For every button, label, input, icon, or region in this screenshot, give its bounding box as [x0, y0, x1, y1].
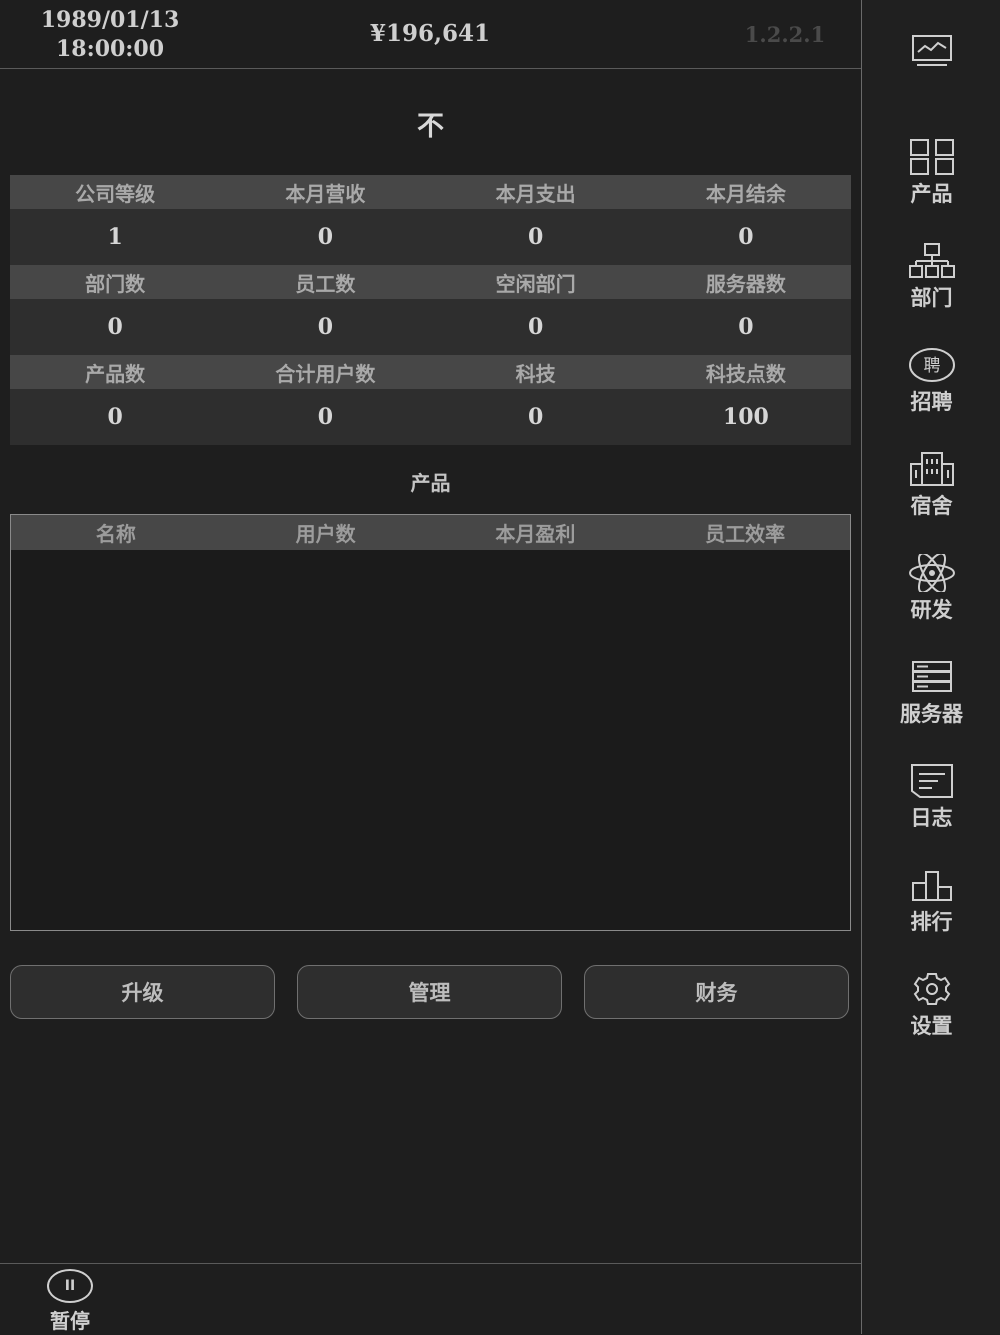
monitor-chart-icon	[911, 35, 952, 66]
sidebar-item-recruit[interactable]: 聘 招聘	[862, 346, 1000, 416]
column-header-profit[interactable]: 本月盈利	[431, 515, 641, 550]
sidebar-item-dorm[interactable]: 宿舍	[862, 450, 1000, 520]
pause-icon: II	[47, 1269, 93, 1303]
column-header-users[interactable]: 用户数	[221, 515, 431, 550]
stat-label: 科技	[515, 361, 556, 386]
game-datetime: 1989/01/13 18:00:00	[30, 6, 190, 64]
sidebar-item-settings[interactable]: 设置	[862, 970, 1000, 1040]
stat-value: 1	[107, 224, 123, 250]
org-chart-icon	[908, 243, 955, 278]
products-table[interactable]: 名称 用户数 本月盈利 员工效率	[10, 514, 851, 931]
server-icon	[911, 661, 952, 692]
stat-label: 服务器数	[705, 271, 786, 296]
stat-label: 部门数	[85, 271, 146, 296]
sidebar-item-research[interactable]: 研发	[862, 554, 1000, 624]
sidebar-item-label: 排行	[910, 909, 953, 934]
sidebar-item-label: 日志	[910, 805, 953, 830]
stat-value: 0	[107, 404, 123, 430]
gear-icon	[913, 973, 950, 1005]
stat-value: 0	[527, 224, 544, 250]
sidebar-item-label: 宿舍	[910, 493, 953, 518]
sidebar-item-label: 部门	[910, 285, 953, 310]
sidebar-item-overview[interactable]	[862, 34, 1000, 68]
stat-label: 产品数	[85, 361, 146, 386]
sidebar-item-label: 研发	[910, 597, 953, 622]
upgrade-button[interactable]: 升级	[10, 965, 275, 1019]
stat-value: 0	[317, 404, 334, 430]
log-icon	[910, 764, 953, 798]
stat-label: 本月营收	[285, 181, 366, 206]
pause-button[interactable]: II 暂停	[40, 1269, 100, 1334]
sidebar-item-label: 招聘	[910, 389, 953, 414]
products-section-title: 产品	[410, 471, 451, 495]
stats-header-row: 公司等级 本月营收 本月支出 本月结余	[10, 175, 851, 209]
products-table-header: 名称 用户数 本月盈利 员工效率	[11, 515, 850, 550]
stat-label: 公司等级	[75, 181, 156, 206]
sidebar-item-products[interactable]: 产品	[862, 138, 1000, 208]
version-label: 1.2.2.1	[744, 22, 826, 47]
pause-label: 暂停	[50, 1309, 90, 1333]
stat-label: 员工数	[295, 271, 356, 296]
sidebar-item-log[interactable]: 日志	[862, 762, 1000, 832]
stat-value: 0	[738, 224, 754, 250]
stat-value: 0	[107, 314, 123, 340]
podium-icon	[911, 871, 952, 901]
finance-button[interactable]: 财务	[584, 965, 849, 1019]
stat-label: 科技点数	[705, 361, 786, 386]
game-time: 18:00:00	[55, 36, 165, 62]
stat-value: 0	[527, 314, 544, 340]
stats-value-row: 1 0 0 0	[10, 209, 851, 265]
column-header-name[interactable]: 名称	[11, 515, 221, 550]
stats-header-row: 产品数 合计用户数 科技 科技点数	[10, 355, 851, 389]
sidebar-item-departments[interactable]: 部门	[862, 242, 1000, 312]
company-name: 不	[417, 111, 444, 142]
sidebar-item-servers[interactable]: 服务器	[862, 658, 1000, 728]
stats-value-row: 0 0 0 100	[10, 389, 851, 445]
stat-label: 本月支出	[495, 181, 576, 206]
hire-badge-icon: 聘	[908, 348, 955, 382]
money-display: ¥196,641	[369, 20, 491, 47]
stat-value: 100	[722, 404, 769, 430]
sidebar-item-label: 产品	[910, 181, 953, 206]
sidebar-item-label: 设置	[910, 1013, 953, 1038]
sidebar-item-ranking[interactable]: 排行	[862, 866, 1000, 936]
stats-value-row: 0 0 0 0	[10, 299, 851, 355]
stat-label: 合计用户数	[275, 361, 376, 386]
stat-value: 0	[527, 404, 544, 430]
stat-value: 0	[317, 314, 334, 340]
bottom-bar: II 暂停	[0, 1263, 861, 1335]
company-stats-grid: 公司等级 本月营收 本月支出 本月结余 1 0 0 0 部门数 员工数 空闲部门…	[10, 175, 851, 445]
sidebar: 产品 部门 聘 招聘 宿舍 研发 服务器 日志 排行 设置	[861, 0, 1000, 1334]
stat-value: 0	[317, 224, 334, 250]
building-icon	[909, 452, 954, 486]
top-status-bar: 1989/01/13 18:00:00 ¥196,641 1.2.2.1	[0, 0, 861, 69]
stat-label: 空闲部门	[495, 271, 576, 296]
stat-label: 本月结余	[705, 181, 786, 206]
sidebar-item-label: 服务器	[900, 701, 963, 726]
game-date: 1989/01/13	[40, 7, 180, 33]
grid-icon	[909, 139, 954, 175]
stats-header-row: 部门数 员工数 空闲部门 服务器数	[10, 265, 851, 299]
column-header-efficiency[interactable]: 员工效率	[640, 515, 850, 550]
hire-badge-text: 聘	[923, 356, 940, 376]
manage-button[interactable]: 管理	[297, 965, 562, 1019]
stat-value: 0	[738, 314, 754, 340]
main-panel: 1989/01/13 18:00:00 ¥196,641 1.2.2.1 不 公…	[0, 0, 861, 1334]
atom-icon	[908, 554, 955, 592]
